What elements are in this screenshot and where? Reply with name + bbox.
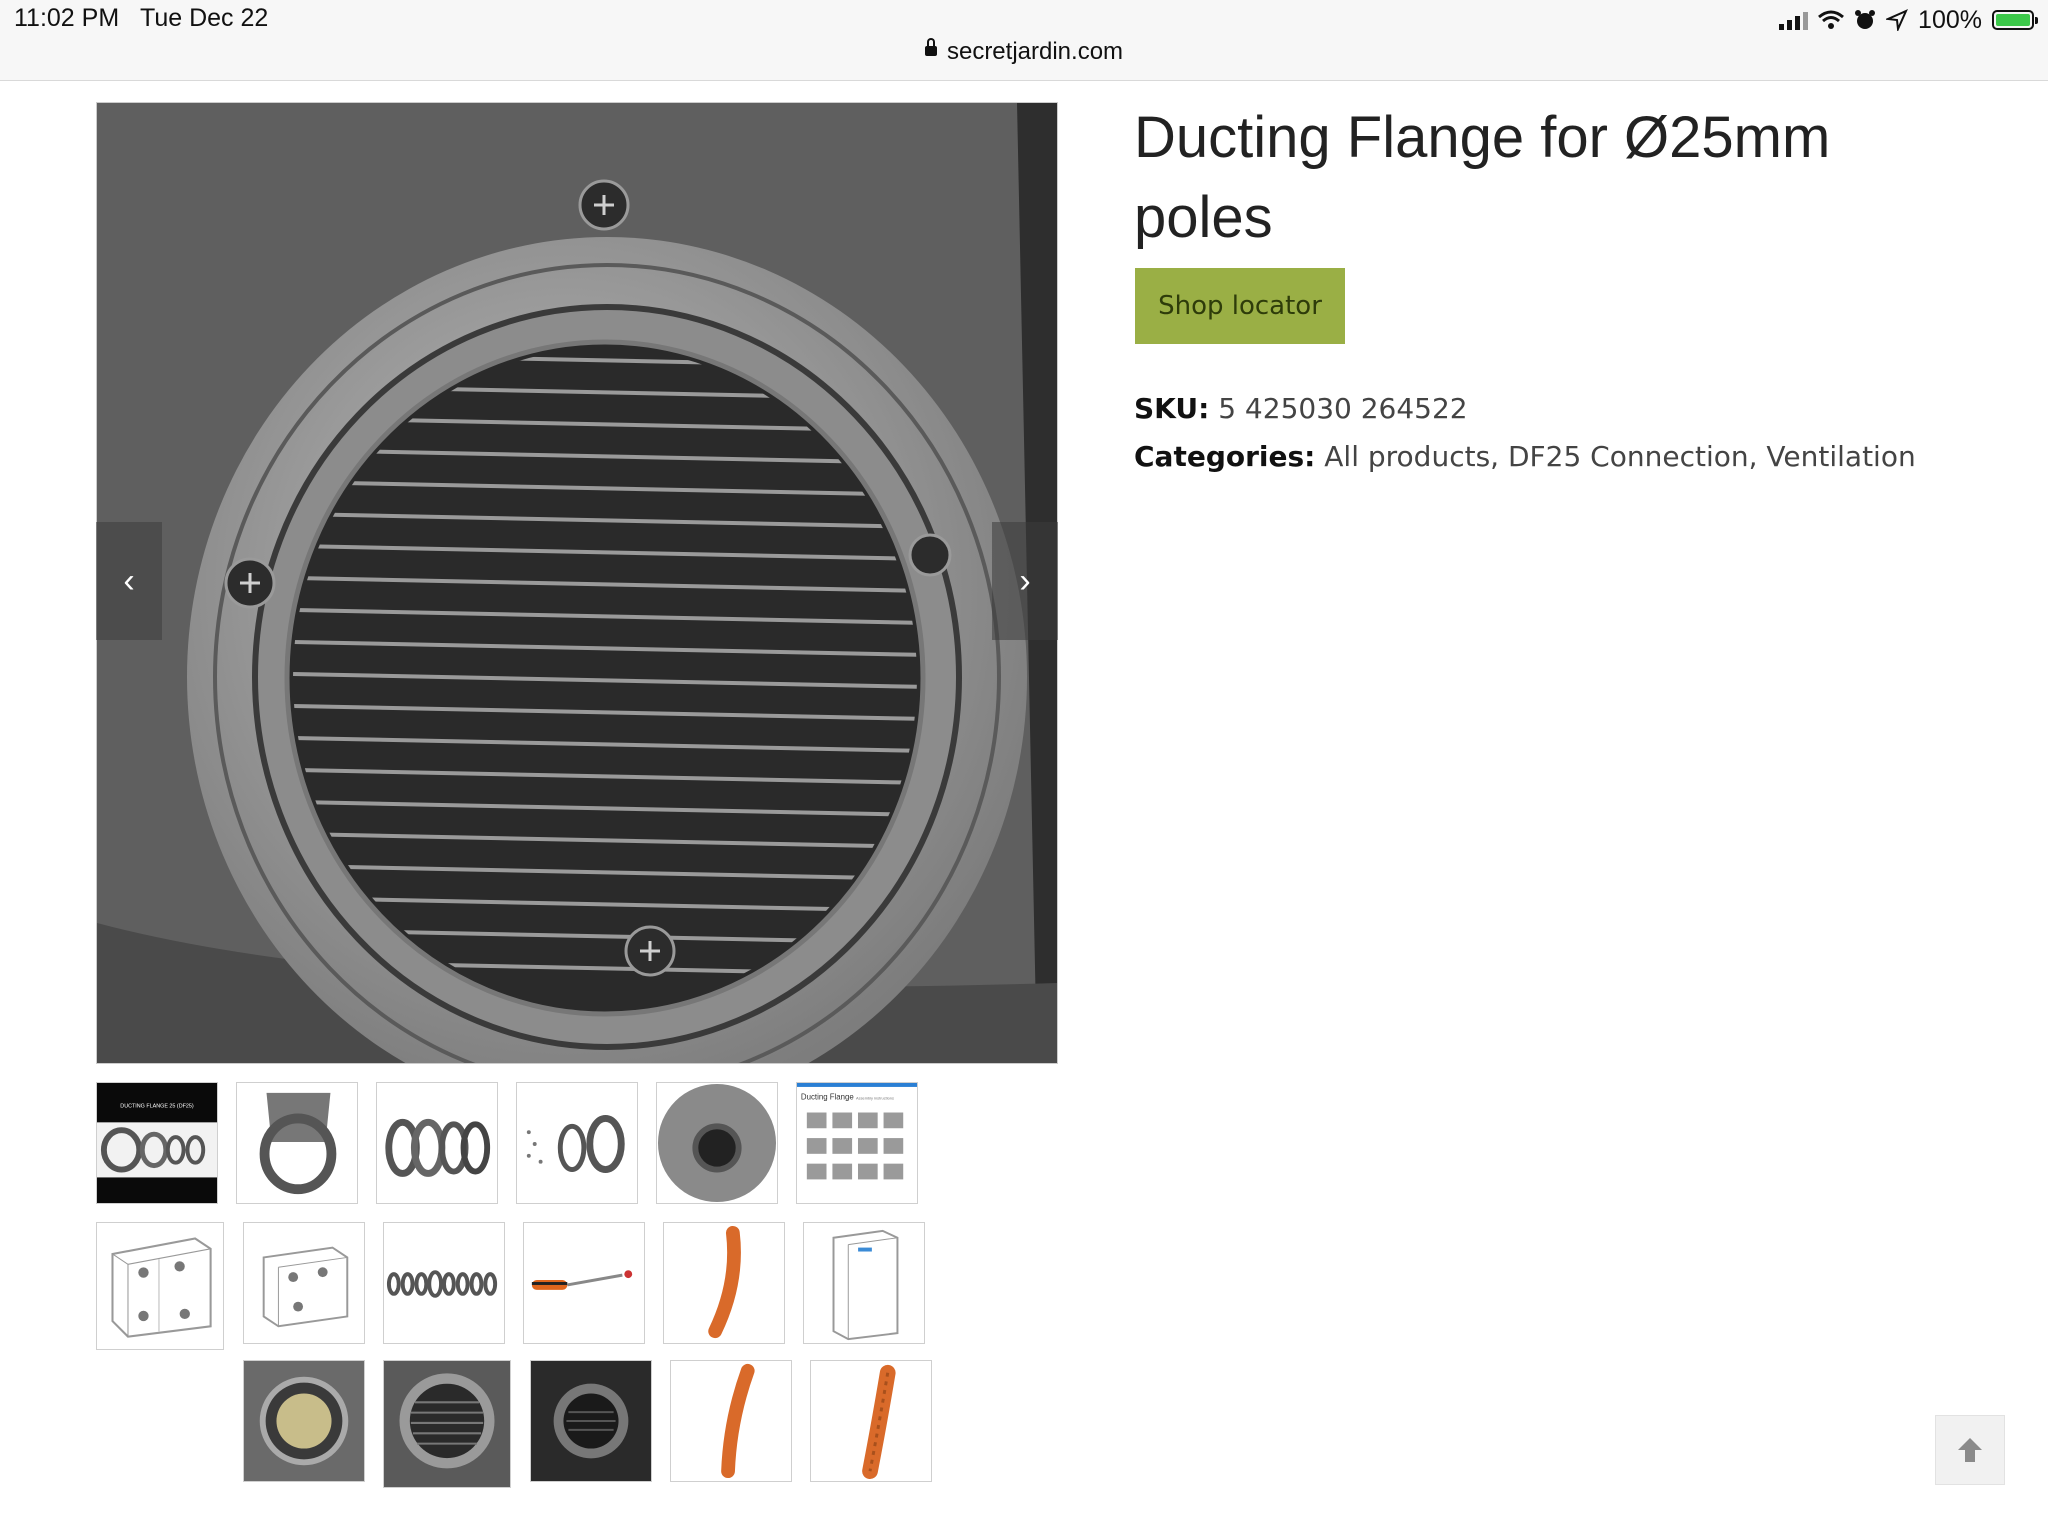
thumbnail-15[interactable] [530,1360,652,1482]
category-separator: , [1748,440,1767,473]
chevron-left-icon: ‹ [123,562,135,600]
alarm-icon [1855,10,1876,29]
thumbnail-13[interactable] [243,1360,365,1482]
thumbnail-11[interactable] [663,1222,785,1344]
thumbnail-12[interactable] [803,1222,925,1344]
thumbnail-14[interactable] [383,1360,511,1488]
thumbnail-6-subtitle: Assembly instructions [856,1096,894,1101]
location-arrow-icon [1886,9,1909,31]
status-bar: 11:02 PM Tue Dec 22 100% secretjardin.co… [0,0,2048,81]
thumbnail-10[interactable] [523,1222,645,1344]
categories-label: Categories: [1134,440,1316,473]
sku-label: SKU: [1134,392,1210,425]
shop-locator-button[interactable]: Shop locator [1135,268,1345,344]
clock-text: 11:02 PM [14,4,120,32]
category-link-ventilation[interactable]: Ventilation [1766,440,1915,473]
thumbnail-16[interactable] [670,1360,792,1482]
cellular-signal-icon [1779,10,1809,30]
thumbnail-5[interactable] [656,1082,778,1204]
thumbnail-17[interactable] [810,1360,932,1482]
thumbnail-8[interactable] [243,1222,365,1344]
thumbnail-9[interactable] [383,1222,505,1344]
arrow-up-icon [1958,1438,1982,1462]
date-text: Tue Dec 22 [140,4,269,32]
category-separator: , [1490,440,1508,473]
category-link-all-products[interactable]: All products [1324,440,1490,473]
product-main-image[interactable] [96,102,1058,1064]
lock-icon [924,37,937,56]
chevron-right-icon: › [1019,562,1031,600]
address-bar[interactable]: secretjardin.com [0,37,2048,66]
product-categories: Categories: All products, DF25 Connectio… [1134,440,1916,473]
status-icons: 100% [1779,4,2038,36]
gallery-prev-button[interactable]: ‹ [96,522,162,640]
thumbnail-1-caption: DUCTING FLANGE 25 (DF25) [120,1104,194,1110]
category-link-df25-connection[interactable]: DF25 Connection [1508,440,1749,473]
thumbnail-4[interactable] [516,1082,638,1204]
thumbnail-6-title: Ducting Flange [801,1093,854,1102]
sku-value: 5 425030 264522 [1218,392,1468,425]
status-time: 11:02 PM Tue Dec 22 [14,4,268,33]
url-text: secretjardin.com [946,38,1124,65]
product-title: Ducting Flange for Ø25mm poles [1134,105,1831,250]
battery-icon [1992,10,2038,30]
thumbnail-6[interactable]: Ducting Flange Assembly instructions [796,1082,918,1204]
product-sku: SKU: 5 425030 264522 [1134,392,1468,425]
thumbnail-3[interactable] [376,1082,498,1204]
battery-percent: 100% [1918,5,1982,34]
thumbnail-1[interactable]: DUCTING FLANGE 25 (DF25) [96,1082,218,1204]
gallery-next-button[interactable]: › [992,522,1058,640]
wifi-icon [1818,10,1845,29]
thumbnail-7[interactable] [96,1222,224,1350]
thumbnail-2[interactable] [236,1082,358,1204]
scroll-to-top-button[interactable] [1935,1415,2005,1485]
